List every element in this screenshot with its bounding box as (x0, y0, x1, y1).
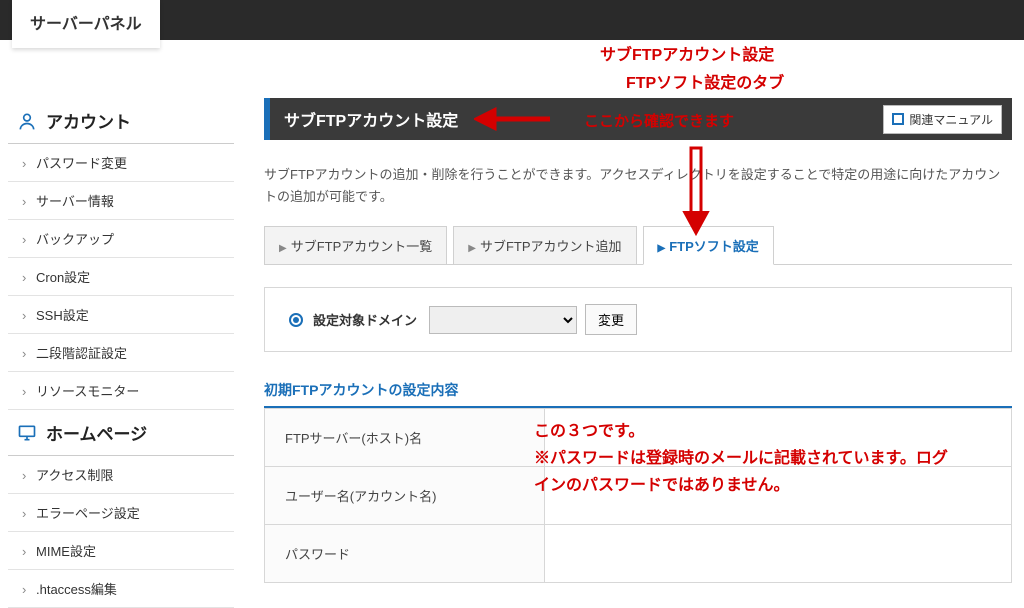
manual-button[interactable]: 関連マニュアル (883, 105, 1002, 134)
tab-label: サブFTPアカウント追加 (480, 239, 622, 254)
page-description: サブFTPアカウントの追加・削除を行うことができます。アクセスディレクトリを設定… (264, 164, 1012, 208)
sidebar-section-title: アカウント (46, 108, 131, 133)
top-bar: サーバーパネル (0, 0, 1024, 40)
main-content: サブFTPアカウント設定 ここから確認できます 関連マニュアル サブFTPアカウ… (234, 98, 1024, 608)
cell-label: FTPサーバー(ホスト)名 (265, 409, 545, 467)
tab-add[interactable]: ▶ サブFTPアカウント追加 (453, 226, 636, 265)
page-header: サブFTPアカウント設定 ここから確認できます 関連マニュアル (264, 98, 1012, 140)
domain-select[interactable] (429, 306, 577, 334)
cell-label: ユーザー名(アカウント名) (265, 467, 545, 525)
triangle-icon: ▶ (468, 243, 476, 254)
table-row: ユーザー名(アカウント名) (265, 467, 1012, 525)
book-icon (892, 113, 904, 125)
sidebar-item[interactable]: アクセス制限 (8, 456, 234, 494)
annotation-top-2: FTPソフト設定のタブ (626, 70, 784, 97)
cell-value (545, 409, 1012, 467)
sidebar: アカウント パスワード変更 サーバー情報 バックアップ Cron設定 SSH設定… (8, 98, 234, 608)
sidebar-section-account: アカウント (8, 98, 234, 144)
arrow-left-icon (474, 107, 552, 131)
sidebar-list-homepage: アクセス制限 エラーページ設定 MIME設定 .htaccess編集 (8, 456, 234, 608)
sidebar-list-account: パスワード変更 サーバー情報 バックアップ Cron設定 SSH設定 二段階認証… (8, 144, 234, 410)
change-button[interactable]: 変更 (585, 304, 637, 335)
sidebar-item[interactable]: サーバー情報 (8, 182, 234, 220)
annotation-header: ここから確認できます (584, 109, 734, 135)
tab-label: サブFTPアカウント一覧 (291, 239, 433, 254)
cell-label: パスワード (265, 525, 545, 583)
ftp-info-table: FTPサーバー(ホスト)名 ユーザー名(アカウント名) パスワード (264, 408, 1012, 583)
sidebar-item[interactable]: SSH設定 (8, 296, 234, 334)
triangle-icon: ▶ (658, 243, 666, 254)
sidebar-section-title: ホームページ (46, 420, 147, 445)
sidebar-item[interactable]: パスワード変更 (8, 144, 234, 182)
annotation-top-1: サブFTPアカウント設定 (600, 42, 774, 69)
sidebar-item[interactable]: エラーページ設定 (8, 494, 234, 532)
sidebar-section-homepage: ホームページ (8, 410, 234, 456)
sidebar-item[interactable]: Cron設定 (8, 258, 234, 296)
page-title: サブFTPアカウント設定 (284, 107, 458, 131)
radio-icon[interactable] (289, 313, 303, 327)
domain-selector: 設定対象ドメイン 変更 (264, 287, 1012, 352)
table-row: FTPサーバー(ホスト)名 (265, 409, 1012, 467)
sidebar-item[interactable]: バックアップ (8, 220, 234, 258)
sidebar-item[interactable]: 二段階認証設定 (8, 334, 234, 372)
logo: サーバーパネル (12, 0, 160, 48)
sidebar-item[interactable]: MIME設定 (8, 532, 234, 570)
cell-value (545, 467, 1012, 525)
tab-list[interactable]: ▶ サブFTPアカウント一覧 (264, 226, 447, 265)
sidebar-item[interactable]: リソースモニター (8, 372, 234, 410)
triangle-icon: ▶ (279, 243, 287, 254)
domain-label: 設定対象ドメイン (313, 310, 417, 329)
sidebar-item[interactable]: .htaccess編集 (8, 570, 234, 608)
manual-label: 関連マニュアル (909, 111, 993, 128)
tab-ftp-soft[interactable]: ▶FTPソフト設定 (643, 226, 774, 265)
table-row: パスワード (265, 525, 1012, 583)
monitor-icon (16, 422, 38, 444)
section-title: 初期FTPアカウントの設定内容 (264, 380, 1012, 408)
cell-value (545, 525, 1012, 583)
tab-label: FTPソフト設定 (669, 239, 759, 254)
user-icon (16, 110, 38, 132)
tab-bar: ▶サブFTPアカウント一覧 ▶サブFTPアカウント追加 ▶FTPソフト設定 (264, 226, 1012, 265)
